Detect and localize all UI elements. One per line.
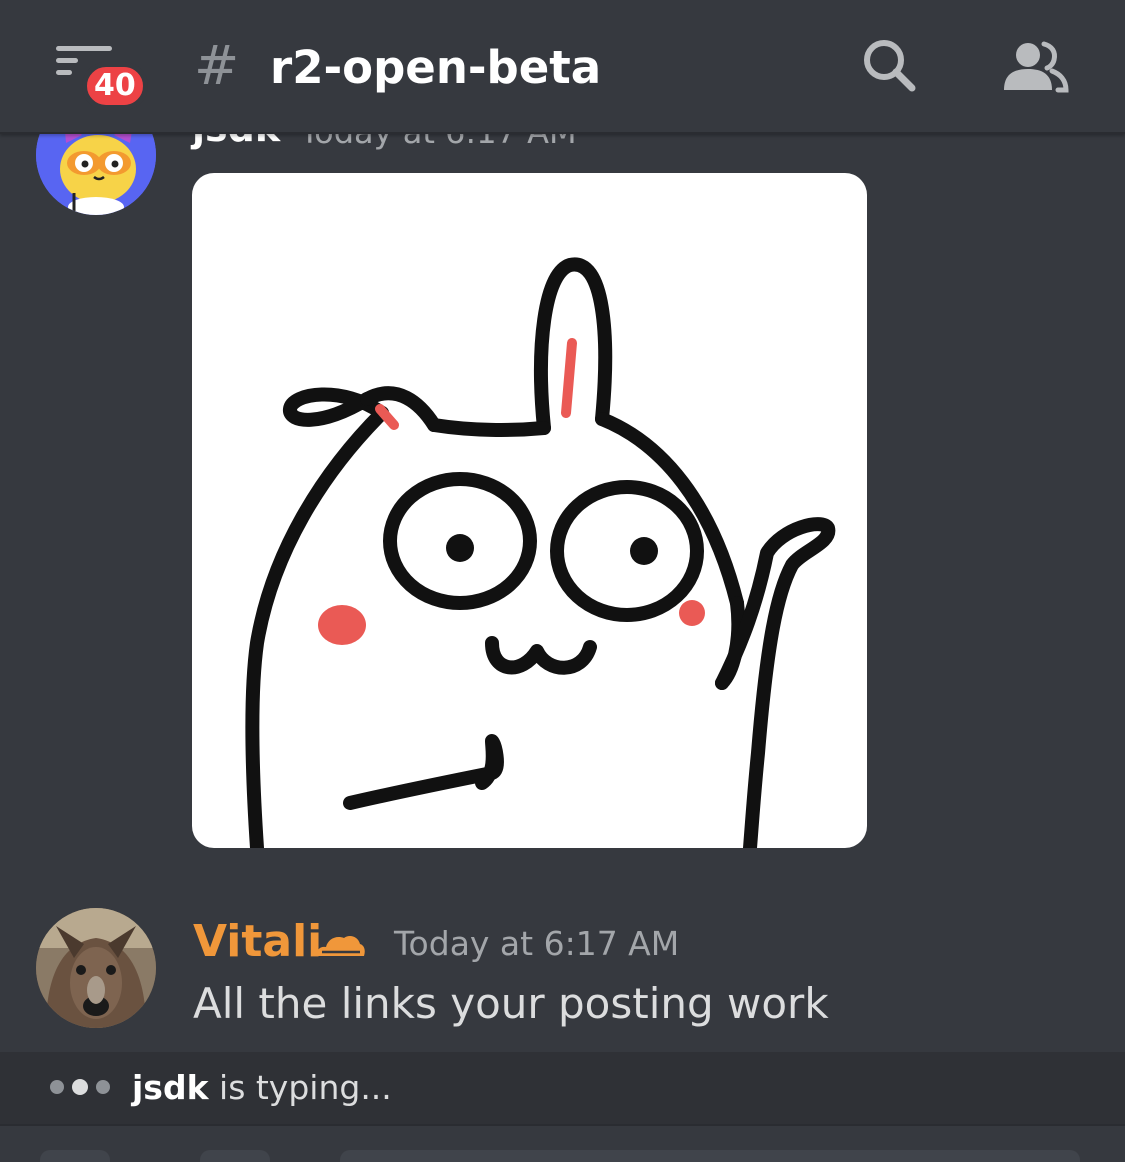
image-attachment[interactable] [192,173,867,848]
unread-badge: 40 [82,62,148,110]
typing-dots-icon [50,1078,114,1098]
composer-input[interactable] [340,1150,1080,1162]
typing-user: jsdk [132,1068,209,1107]
search-icon [864,40,916,92]
typing-indicator: jsdk is typing... [0,1052,1125,1124]
message-composer[interactable] [0,1124,1125,1162]
members-button[interactable] [1000,38,1070,98]
message-list[interactable]: jsdk Today at 6:17 AM [0,134,1125,1052]
cartoon-cat-avatar-icon [36,134,156,215]
channel-title[interactable]: r2-open-beta [270,36,601,100]
message-timestamp: Today at 6:17 AM [300,134,577,152]
bunny-shrug-sticker-icon [245,257,836,848]
hamburger-menu-button[interactable]: 40 [52,42,152,110]
message-author[interactable]: Vitali [193,914,322,970]
members-icon [1004,41,1069,93]
channel-hash-icon: # [194,34,240,97]
message-author[interactable]: jsdk [192,134,280,152]
search-button[interactable] [860,36,920,96]
typing-suffix: is typing... [208,1068,392,1107]
message-timestamp: Today at 6:17 AM [394,924,680,963]
message-text: All the links your posting work [193,979,829,1028]
composer-gift-button[interactable] [200,1150,270,1162]
avatar[interactable] [36,908,156,1028]
avatar[interactable] [36,134,156,215]
cloudflare-icon [317,936,365,956]
composer-add-button[interactable] [40,1150,110,1162]
typing-text: jsdk is typing... [132,1066,392,1110]
channel-header: 40 # r2-open-beta [0,0,1125,134]
dog-photo-avatar-icon [36,908,156,1028]
